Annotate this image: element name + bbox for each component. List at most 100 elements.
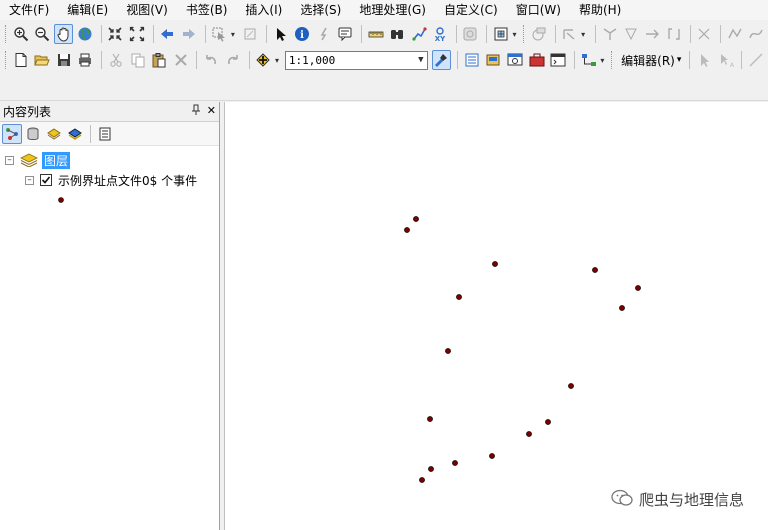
- layer-row[interactable]: – 示例界址点文件0$ 个事件: [0, 170, 219, 190]
- map-point-feature[interactable]: [526, 431, 532, 437]
- map-point-feature[interactable]: [568, 383, 574, 389]
- adjust-icon[interactable]: [643, 24, 662, 44]
- layer-name[interactable]: 示例界址点文件0$ 个事件: [58, 172, 197, 189]
- identify-icon[interactable]: i: [293, 24, 312, 44]
- map-point-feature[interactable]: [489, 453, 495, 459]
- layers-label[interactable]: 图层: [42, 151, 71, 169]
- spatial-adjust-icon[interactable]: [664, 24, 683, 44]
- open-folder-icon[interactable]: [33, 50, 53, 70]
- editor-toolbar-icon[interactable]: [431, 50, 452, 70]
- catalog-icon[interactable]: [484, 50, 504, 70]
- clear-selection-icon[interactable]: [241, 24, 260, 44]
- chevron-down-icon[interactable]: ▾: [275, 50, 283, 70]
- add-data-icon[interactable]: [253, 50, 273, 70]
- delete-icon[interactable]: [171, 50, 191, 70]
- menu-item-4[interactable]: 插入(I): [236, 0, 291, 20]
- options-icon[interactable]: [95, 124, 115, 144]
- map-view[interactable]: 爬虫与地理信息: [224, 102, 768, 530]
- hyperlink-icon[interactable]: [314, 24, 333, 44]
- chevron-down-icon[interactable]: ▾: [231, 24, 239, 44]
- new-document-icon[interactable]: [11, 50, 31, 70]
- find-icon[interactable]: [387, 24, 406, 44]
- pan-hand-icon[interactable]: [53, 24, 74, 44]
- layer-visibility-checkbox[interactable]: [40, 174, 52, 186]
- fixed-zoom-out-icon[interactable]: [127, 24, 146, 44]
- select-features-icon[interactable]: [209, 24, 228, 44]
- copy-icon[interactable]: [128, 50, 148, 70]
- menu-item-6[interactable]: 地理处理(G): [350, 0, 435, 20]
- menu-item-2[interactable]: 视图(V): [117, 0, 177, 20]
- search-window-icon[interactable]: [505, 50, 525, 70]
- redo-icon[interactable]: [223, 50, 243, 70]
- map-point-feature[interactable]: [635, 285, 641, 291]
- map-point-feature[interactable]: [419, 477, 425, 483]
- map-point-feature[interactable]: [492, 261, 498, 267]
- zoom-out-icon[interactable]: [32, 24, 51, 44]
- time-slider-icon[interactable]: [461, 24, 480, 44]
- save-icon[interactable]: [54, 50, 74, 70]
- create-viewer-icon[interactable]: [491, 24, 510, 44]
- print-icon[interactable]: [76, 50, 96, 70]
- snapping-icon[interactable]: [600, 24, 619, 44]
- menu-item-3[interactable]: 书签(B): [177, 0, 237, 20]
- map-point-feature[interactable]: [445, 348, 451, 354]
- menu-item-7[interactable]: 自定义(C): [435, 0, 507, 20]
- map-point-feature[interactable]: [619, 305, 625, 311]
- topology-icon[interactable]: [621, 24, 640, 44]
- edit-annotation-icon[interactable]: A: [716, 50, 736, 70]
- arctoolbox-icon[interactable]: [527, 50, 547, 70]
- layers-node[interactable]: – 图层: [0, 150, 219, 170]
- forward-arrow-icon[interactable]: [179, 24, 198, 44]
- georeference-icon[interactable]: [560, 24, 579, 44]
- chevron-down-icon[interactable]: ▾: [513, 24, 521, 44]
- fixed-zoom-in-icon[interactable]: [106, 24, 125, 44]
- toolbar-grip[interactable]: [611, 51, 614, 69]
- undo-icon[interactable]: [201, 50, 221, 70]
- map-canvas[interactable]: [225, 102, 768, 530]
- pin-icon[interactable]: [191, 104, 201, 119]
- paste-icon[interactable]: [149, 50, 169, 70]
- map-point-feature[interactable]: [427, 416, 433, 422]
- toolbar-grip[interactable]: [5, 51, 8, 69]
- map-point-feature[interactable]: [452, 460, 458, 466]
- map-point-feature[interactable]: [428, 466, 434, 472]
- go-to-xy-icon[interactable]: XY: [430, 24, 449, 44]
- map-point-feature[interactable]: [545, 419, 551, 425]
- globe-full-extent-icon[interactable]: [75, 24, 94, 44]
- smooth-icon[interactable]: [746, 24, 765, 44]
- list-by-selection-icon[interactable]: [65, 124, 85, 144]
- html-popup-icon[interactable]: [335, 24, 354, 44]
- list-by-visibility-icon[interactable]: [44, 124, 64, 144]
- list-by-source-icon[interactable]: [23, 124, 43, 144]
- menu-item-5[interactable]: 选择(S): [291, 0, 350, 20]
- chevron-down-icon[interactable]: ▾: [600, 50, 608, 70]
- menu-item-8[interactable]: 窗口(W): [507, 0, 570, 20]
- generalize-icon[interactable]: [725, 24, 744, 44]
- editor-menu-button[interactable]: 编辑器(R) ▾: [617, 52, 685, 69]
- find-route-icon[interactable]: [409, 24, 428, 44]
- straight-segment-icon[interactable]: [746, 50, 766, 70]
- table-of-contents-icon[interactable]: [462, 50, 482, 70]
- xy-tool-icon[interactable]: [695, 24, 714, 44]
- close-icon[interactable]: ✕: [207, 104, 216, 119]
- list-by-drawing-order-icon[interactable]: [2, 123, 22, 144]
- select-elements-icon[interactable]: [271, 24, 290, 44]
- map-point-feature[interactable]: [456, 294, 462, 300]
- chevron-down-icon[interactable]: ▾: [581, 24, 589, 44]
- toolbar-grip[interactable]: [523, 25, 526, 43]
- edit-tool-icon[interactable]: [694, 50, 714, 70]
- map-scale-select[interactable]: 1:1,000 ▼: [284, 50, 428, 70]
- measure-icon[interactable]: [366, 24, 385, 44]
- menu-item-1[interactable]: 编辑(E): [58, 0, 117, 20]
- zoom-in-icon[interactable]: [11, 24, 30, 44]
- toolbar-grip[interactable]: [5, 25, 8, 43]
- model-builder-icon[interactable]: [579, 50, 599, 70]
- map-point-feature[interactable]: [404, 227, 410, 233]
- menu-item-0[interactable]: 文件(F): [0, 0, 58, 20]
- python-icon[interactable]: [548, 50, 568, 70]
- layout-tool-icon[interactable]: [529, 24, 548, 44]
- map-point-feature[interactable]: [592, 267, 598, 273]
- map-point-feature[interactable]: [413, 216, 419, 222]
- back-arrow-icon[interactable]: [158, 24, 177, 44]
- collapse-expander[interactable]: –: [5, 155, 14, 165]
